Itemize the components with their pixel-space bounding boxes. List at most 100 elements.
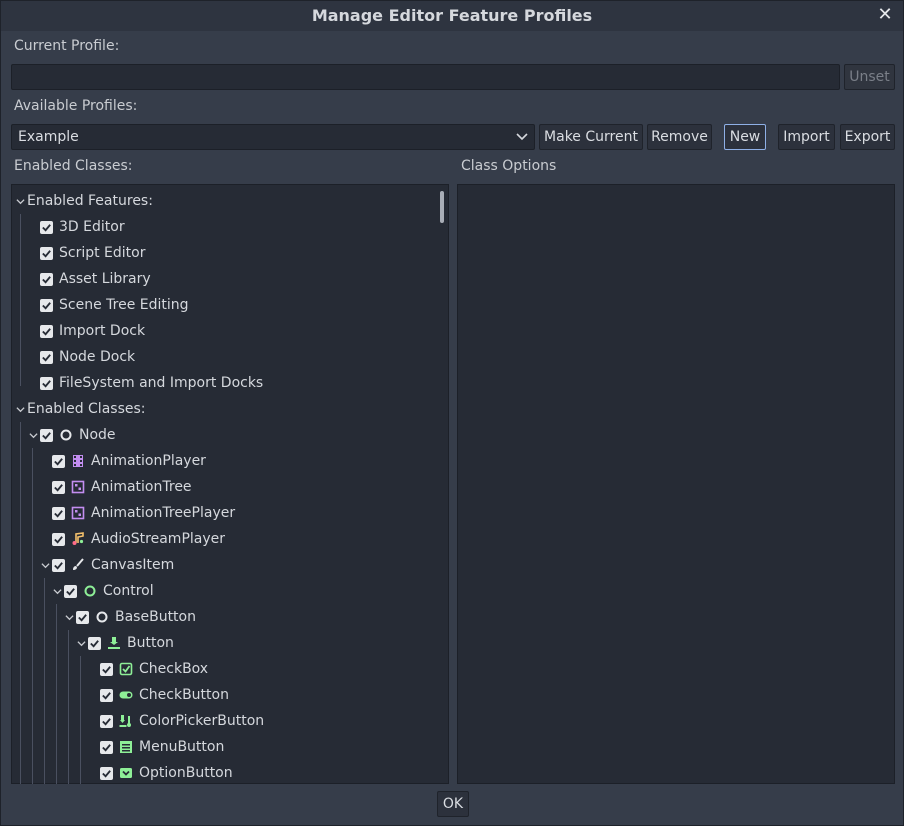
node-circle-icon <box>59 428 73 442</box>
checkbox-checked-icon[interactable] <box>40 350 53 364</box>
brush-icon <box>71 558 85 572</box>
current-profile-field <box>11 64 840 90</box>
tree-item-label: Node <box>79 427 116 443</box>
tree-item-feature[interactable]: Scene Tree Editing <box>40 292 189 318</box>
checkbox-checked-icon[interactable] <box>40 428 53 442</box>
animation-tree-icon <box>71 506 85 520</box>
tree-item-class[interactable]: Control <box>52 578 154 604</box>
tree-item-label: Script Editor <box>59 245 146 261</box>
chevron-down-icon <box>516 125 528 149</box>
tree-item-label: Scene Tree Editing <box>59 297 189 313</box>
tree-item-class[interactable]: AnimationTreePlayer <box>52 500 235 526</box>
checkbox-checked-icon[interactable] <box>52 480 65 494</box>
checkbox-checked-icon[interactable] <box>100 740 113 754</box>
available-profiles-label: Available Profiles: <box>14 98 138 114</box>
toggle-icon <box>119 688 133 702</box>
checkbox-checked-icon[interactable] <box>100 766 113 780</box>
tree-item-class[interactable]: CanvasItem <box>40 552 174 578</box>
tree-item-class[interactable]: AudioStreamPlayer <box>52 526 225 552</box>
checkbox-checked-icon[interactable] <box>52 558 65 572</box>
tree-item-feature[interactable]: Script Editor <box>40 240 146 266</box>
checkbox-checked-icon[interactable] <box>40 220 53 234</box>
tree-item-class[interactable]: CheckBox <box>100 656 208 682</box>
checkbox-checked-icon[interactable] <box>40 272 53 286</box>
tree-header-label: Enabled Classes: <box>27 401 146 417</box>
profile-select[interactable]: Example <box>11 124 535 150</box>
checkbox-checked-icon[interactable] <box>100 662 113 676</box>
tree-item-class[interactable]: ColorPickerButton <box>100 708 264 734</box>
checkbox-checked-icon[interactable] <box>40 324 53 338</box>
import-button[interactable]: Import <box>778 124 835 150</box>
tree-item-feature[interactable]: Node Dock <box>40 344 135 370</box>
close-icon[interactable]: ✕ <box>875 5 895 25</box>
checkbox-checked-icon[interactable] <box>64 584 77 598</box>
tree-item-class[interactable]: OptionButton <box>100 760 233 784</box>
class-options-label: Class Options <box>461 158 557 174</box>
tree-scrollbar[interactable] <box>440 191 444 223</box>
checkbox-checked-icon[interactable] <box>40 376 53 390</box>
base-button-circle-icon <box>95 610 109 624</box>
tree-item-feature[interactable]: Import Dock <box>40 318 145 344</box>
class-tree: Enabled Features: 3D Editor Script Edito… <box>11 184 449 784</box>
tree-item-label: BaseButton <box>115 609 196 625</box>
checkbox-checked-icon[interactable] <box>52 532 65 546</box>
chevron-down-icon[interactable] <box>15 404 25 414</box>
tree-item-class[interactable]: AnimationPlayer <box>52 448 206 474</box>
make-current-button[interactable]: Make Current <box>539 124 643 150</box>
tree-item-class[interactable]: BaseButton <box>64 604 196 630</box>
option-dropdown-icon <box>119 766 133 780</box>
chevron-down-icon[interactable] <box>15 196 25 206</box>
checkbox-checked-icon[interactable] <box>100 714 113 728</box>
tree-item-label: CheckButton <box>139 687 229 703</box>
tree-item-label: ColorPickerButton <box>139 713 265 729</box>
tree-item-class[interactable]: Button <box>76 630 174 656</box>
checkbox-checked-icon[interactable] <box>100 688 113 702</box>
tree-item-label: AudioStreamPlayer <box>91 531 226 547</box>
tree-item-node[interactable]: Node <box>28 422 116 448</box>
tree-item-label: FileSystem and Import Docks <box>59 375 264 391</box>
remove-button[interactable]: Remove <box>647 124 712 150</box>
checkbox-class-icon <box>119 662 133 676</box>
music-note-icon <box>71 532 85 546</box>
tree-item-label: Asset Library <box>59 271 151 287</box>
chevron-down-icon[interactable] <box>76 638 86 648</box>
new-button[interactable]: New <box>724 124 766 150</box>
chevron-down-icon[interactable] <box>40 560 50 570</box>
tree-item-feature[interactable]: FileSystem and Import Docks <box>40 370 263 396</box>
tree-item-label: AnimationTreePlayer <box>91 505 236 521</box>
checkbox-checked-icon[interactable] <box>76 610 89 624</box>
unset-button[interactable]: Unset <box>844 64 895 90</box>
push-button-icon <box>107 636 121 650</box>
tree-item-class[interactable]: MenuButton <box>100 734 224 760</box>
tree-header-classes[interactable]: Enabled Classes: <box>15 396 145 422</box>
tree-item-feature[interactable]: 3D Editor <box>40 214 125 240</box>
tree-item-label: MenuButton <box>139 739 225 755</box>
dialog-window: Manage Editor Feature Profiles ✕ Current… <box>0 0 904 826</box>
tree-header-label: Enabled Features: <box>27 193 153 209</box>
checkbox-checked-icon[interactable] <box>52 454 65 468</box>
tree-header-features[interactable]: Enabled Features: <box>15 188 153 214</box>
tree-item-label: AnimationPlayer <box>91 453 206 469</box>
animation-tree-icon <box>71 480 85 494</box>
chevron-down-icon[interactable] <box>28 430 38 440</box>
export-button[interactable]: Export <box>840 124 895 150</box>
tree-item-class[interactable]: CheckButton <box>100 682 229 708</box>
tree-item-label: OptionButton <box>139 765 233 781</box>
checkbox-checked-icon[interactable] <box>40 298 53 312</box>
tree-item-label: AnimationTree <box>91 479 192 495</box>
checkbox-checked-icon[interactable] <box>88 636 101 650</box>
profile-select-value: Example <box>18 129 79 145</box>
checkbox-checked-icon[interactable] <box>52 506 65 520</box>
checkbox-checked-icon[interactable] <box>40 246 53 260</box>
chevron-down-icon[interactable] <box>64 612 74 622</box>
tree-item-class[interactable]: AnimationTree <box>52 474 192 500</box>
current-profile-label: Current Profile: <box>14 38 120 54</box>
ok-button[interactable]: OK <box>437 791 469 817</box>
tree-item-label: 3D Editor <box>59 219 125 235</box>
enabled-classes-label: Enabled Classes: <box>14 158 133 174</box>
tree-item-feature[interactable]: Asset Library <box>40 266 151 292</box>
chevron-down-icon[interactable] <box>52 586 62 596</box>
class-options-panel <box>457 184 895 784</box>
control-circle-icon <box>83 584 97 598</box>
menu-icon <box>119 740 133 754</box>
